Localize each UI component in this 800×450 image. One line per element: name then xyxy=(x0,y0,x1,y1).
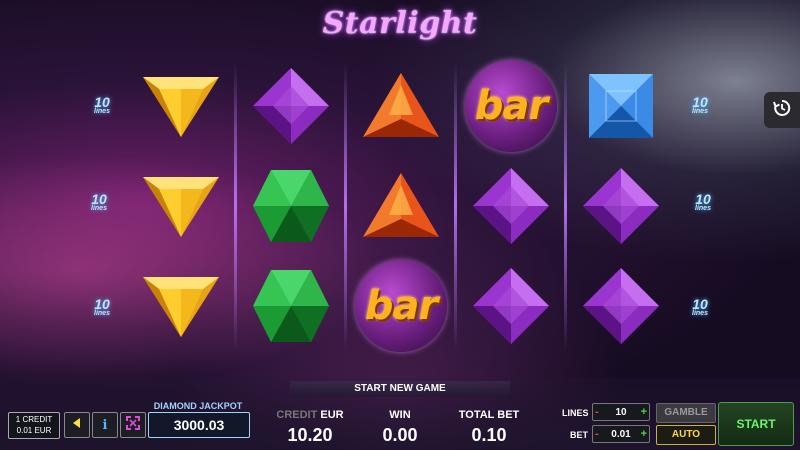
history-button[interactable] xyxy=(764,92,800,128)
paylines-badge-right-middle: 10 lines xyxy=(686,191,720,213)
reel-symbol-bar: bar xyxy=(346,256,456,356)
yellow-gem-icon xyxy=(141,273,221,339)
reel-symbol-purple-gem xyxy=(566,156,676,256)
paylines-badge-left-middle: 10 lines xyxy=(82,191,116,213)
jackpot-value: 3000.03 xyxy=(148,412,250,438)
reel-symbol-yellow-gem xyxy=(126,156,236,256)
bet-value: 0.01 xyxy=(611,428,631,440)
bar-symbol-ball: bar xyxy=(465,60,557,152)
paylines-label: lines xyxy=(94,108,110,115)
paylines-label: lines xyxy=(91,205,107,212)
paylines-label: lines xyxy=(94,310,110,317)
game-title: Starlight xyxy=(322,6,478,41)
fullscreen-button[interactable] xyxy=(120,412,146,438)
lines-increase-button[interactable]: + xyxy=(639,406,647,418)
credit-value: 10.20 xyxy=(287,425,333,445)
reel-symbol-blue-gem xyxy=(566,56,676,156)
total-bet-label: TOTAL BET xyxy=(458,409,520,421)
bet-decrease-button[interactable]: - xyxy=(595,428,603,440)
info-icon: i xyxy=(102,417,108,433)
paylines-count: 10 xyxy=(692,296,708,312)
credit-denomination-line2: 0.01 EUR xyxy=(16,426,52,435)
bet-stepper: - 0.01 + xyxy=(592,425,650,443)
bet-label: BET xyxy=(570,430,588,440)
paylines-badge-right-bottom: 10 lines xyxy=(683,296,717,318)
paylines-label: lines xyxy=(692,108,708,115)
speaker-icon xyxy=(71,416,83,434)
paylines-count: 10 xyxy=(94,296,110,312)
lines-label: LINES xyxy=(562,408,589,418)
reel-symbol-yellow-gem xyxy=(126,256,236,356)
yellow-gem-icon xyxy=(141,73,221,139)
reel-symbol-purple-gem xyxy=(456,256,566,356)
paylines-count: 10 xyxy=(94,94,110,110)
purple-gem-icon xyxy=(581,266,661,346)
blue-gem-icon xyxy=(586,71,656,141)
win-value: 0.00 xyxy=(382,425,418,445)
paylines-badge-right-top: 10 lines xyxy=(683,94,717,116)
win-label: WIN xyxy=(389,409,411,421)
paylines-count: 10 xyxy=(695,191,711,207)
credit-label-group: CREDIT EUR xyxy=(270,409,350,421)
bar-symbol-text: bar xyxy=(364,283,438,329)
credit-denomination-line1: 1 CREDIT xyxy=(15,415,53,424)
start-new-game-message: START NEW GAME xyxy=(290,381,510,397)
fullscreen-icon xyxy=(126,415,140,435)
jackpot-label: DIAMOND JACKPOT xyxy=(153,401,243,411)
info-button[interactable]: i xyxy=(92,412,118,438)
paylines-badge-left-bottom: 10 lines xyxy=(85,296,119,318)
paylines-label: lines xyxy=(695,205,711,212)
reel-symbol-green-gem xyxy=(236,156,346,256)
yellow-gem-icon xyxy=(141,173,221,239)
orange-gem-icon xyxy=(361,171,441,241)
credit-denomination-box[interactable]: 1 CREDIT 0.01 EUR xyxy=(8,412,60,439)
lines-stepper: - 10 + xyxy=(592,403,650,421)
bar-symbol-text: bar xyxy=(474,83,548,129)
reel-symbol-bar: bar xyxy=(456,56,566,156)
credit-currency: EUR xyxy=(320,409,344,421)
reel-area: bar bar xyxy=(126,56,678,356)
total-bet-value: 0.10 xyxy=(471,425,507,445)
bet-increase-button[interactable]: + xyxy=(639,428,647,440)
green-gem-icon xyxy=(251,266,331,346)
paylines-label: lines xyxy=(692,310,708,317)
lines-value: 10 xyxy=(615,406,627,418)
green-gem-icon xyxy=(251,166,331,246)
reel-symbol-orange-gem xyxy=(346,56,456,156)
reel-symbol-green-gem xyxy=(236,256,346,356)
sound-button[interactable] xyxy=(64,412,90,438)
reel-symbol-purple-gem xyxy=(236,56,346,156)
lines-decrease-button[interactable]: - xyxy=(595,406,603,418)
autoplay-button[interactable]: AUTO xyxy=(656,425,716,445)
purple-gem-icon xyxy=(471,166,551,246)
reel-symbol-purple-gem xyxy=(456,156,566,256)
history-icon xyxy=(772,98,792,123)
orange-gem-icon xyxy=(361,71,441,141)
bar-symbol-ball: bar xyxy=(355,260,447,352)
paylines-badge-left-top: 10 lines xyxy=(85,94,119,116)
credit-label: CREDIT xyxy=(276,409,318,421)
reel-symbol-orange-gem xyxy=(346,156,456,256)
gamble-button[interactable]: GAMBLE xyxy=(656,403,716,423)
purple-gem-icon xyxy=(251,66,331,146)
purple-gem-icon xyxy=(581,166,661,246)
purple-gem-icon xyxy=(471,266,551,346)
reel-symbol-yellow-gem xyxy=(126,56,236,156)
paylines-count: 10 xyxy=(692,94,708,110)
start-button[interactable]: START xyxy=(718,402,794,446)
reel-symbol-purple-gem xyxy=(566,256,676,356)
paylines-count: 10 xyxy=(91,191,107,207)
